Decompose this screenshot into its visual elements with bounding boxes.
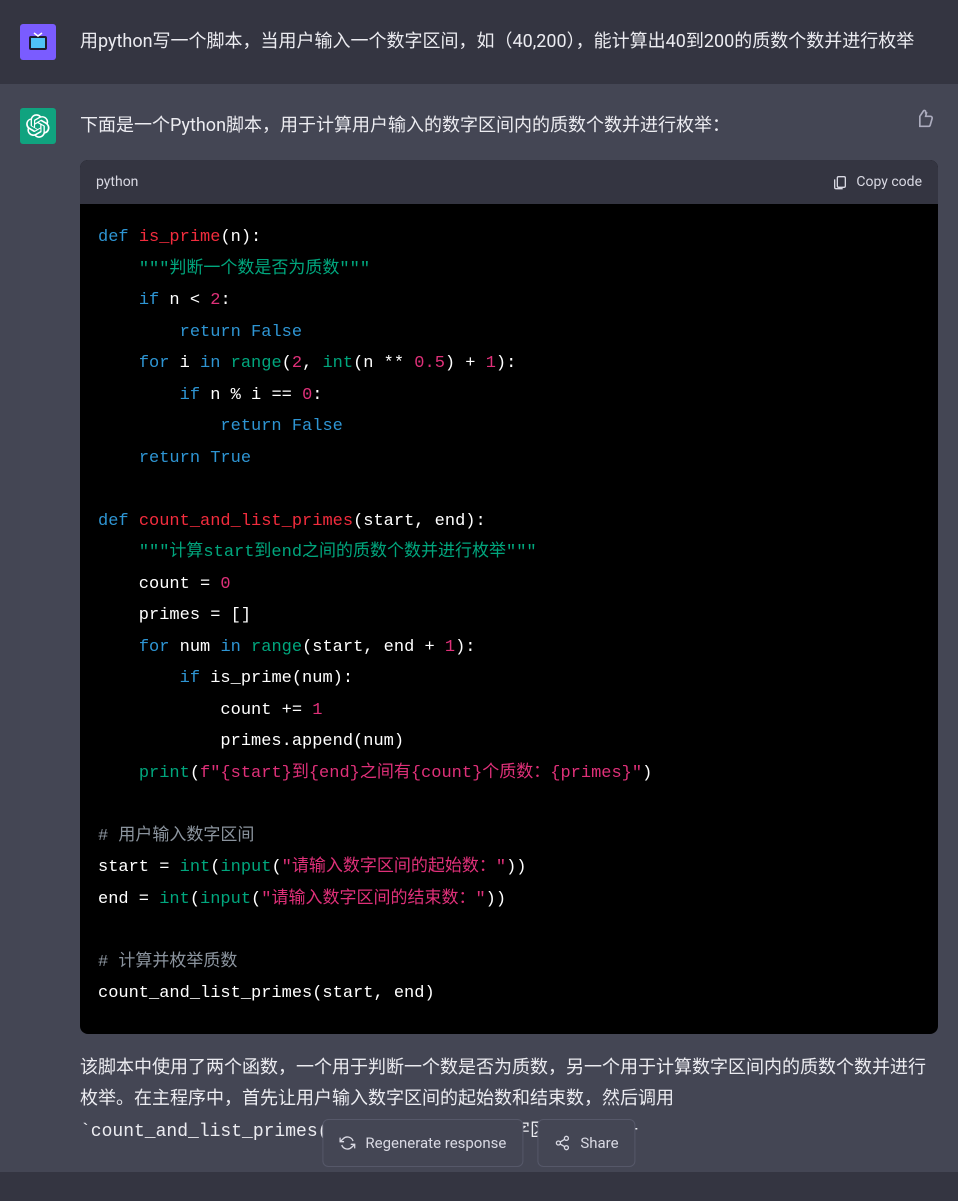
assistant-message: 下面是一个Python脚本，用于计算用户输入的数字区间内的质数个数并进行枚举： … bbox=[0, 84, 958, 1172]
user-prompt-text: 用python写一个脚本，当用户输入一个数字区间，如（40,200），能计算出4… bbox=[80, 24, 938, 60]
code-content[interactable]: def is_prime(n): """判断一个数是否为质数""" if n <… bbox=[80, 204, 938, 1034]
copy-code-button[interactable]: Copy code bbox=[832, 170, 922, 195]
code-header: python Copy code bbox=[80, 160, 938, 205]
user-message: 用python写一个脚本，当用户输入一个数字区间，如（40,200），能计算出4… bbox=[0, 0, 958, 84]
share-icon bbox=[554, 1135, 570, 1151]
thumbs-up-icon bbox=[914, 108, 934, 128]
thumbs-up-button[interactable] bbox=[914, 108, 934, 137]
code-block: python Copy code def is_prime(n): """判断一… bbox=[80, 160, 938, 1034]
share-button[interactable]: Share bbox=[537, 1119, 635, 1167]
assistant-intro-text: 下面是一个Python脚本，用于计算用户输入的数字区间内的质数个数并进行枚举： bbox=[80, 110, 938, 142]
user-avatar bbox=[20, 24, 56, 60]
share-label: Share bbox=[580, 1130, 618, 1156]
assistant-content: 下面是一个Python脚本，用于计算用户输入的数字区间内的质数个数并进行枚举： … bbox=[80, 108, 938, 1148]
tv-icon bbox=[26, 30, 50, 54]
copy-code-label: Copy code bbox=[856, 170, 922, 195]
refresh-icon bbox=[339, 1135, 355, 1151]
float-bar: Regenerate response Share bbox=[322, 1119, 635, 1167]
assistant-avatar bbox=[20, 108, 56, 144]
code-lang-label: python bbox=[96, 170, 138, 195]
regenerate-label: Regenerate response bbox=[365, 1130, 506, 1156]
openai-icon bbox=[26, 114, 50, 138]
regenerate-button[interactable]: Regenerate response bbox=[322, 1119, 523, 1167]
clipboard-icon bbox=[832, 174, 848, 190]
